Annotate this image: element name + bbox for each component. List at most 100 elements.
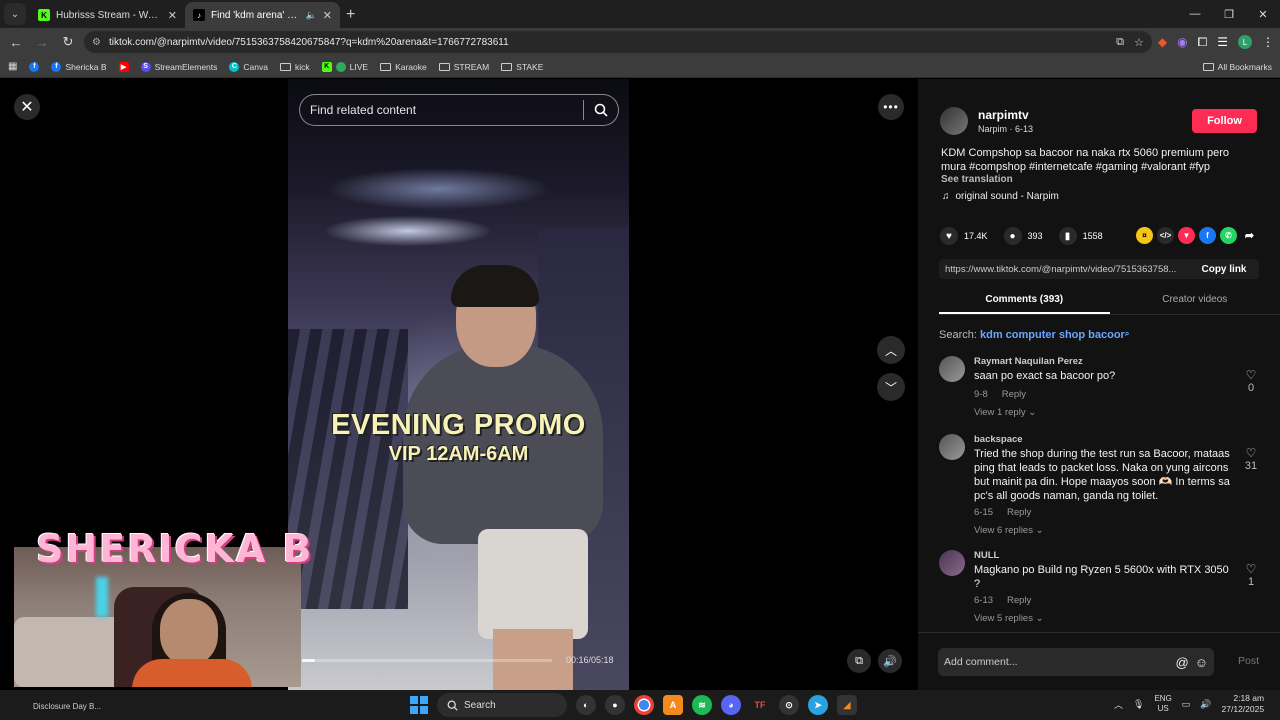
heart-icon[interactable]: ♥ <box>940 227 958 245</box>
bookmark-icon[interactable]: ▮ <box>1058 227 1077 245</box>
bookmark-stream[interactable]: STREAM <box>438 62 489 72</box>
app-a-icon[interactable]: A <box>663 695 683 715</box>
copy-link-button[interactable]: Copy link <box>1189 264 1259 275</box>
extension-icon[interactable]: ◆ <box>1158 35 1167 49</box>
share-link-url[interactable]: https://www.tiktok.com/@narpimtv/video/7… <box>945 264 1189 275</box>
comment-icon[interactable]: ● <box>1003 227 1022 245</box>
windows-start-icon[interactable] <box>410 696 428 714</box>
speaker-icon[interactable]: 🔈 <box>306 10 317 21</box>
sound-link[interactable]: ♫ original sound - Narpim <box>942 191 1059 202</box>
tab-hubrisss[interactable]: K Hubrisss Stream - Watch Live o ✕ <box>30 2 185 28</box>
bookmark-stake[interactable]: STAKE <box>501 62 543 72</box>
chrome-icon[interactable] <box>634 695 654 715</box>
bookmark-shericka[interactable]: f Shericka B <box>51 61 107 72</box>
language-indicator[interactable]: ENG US <box>1154 694 1171 714</box>
tab-comments[interactable]: Comments (393) <box>939 291 1110 314</box>
miniplayer-button[interactable]: ⧉ <box>847 649 871 673</box>
heart-outline-icon[interactable]: ♡ <box>1242 446 1260 460</box>
reply-button[interactable]: Reply <box>1002 389 1026 400</box>
maximize-button[interactable]: ❐ <box>1212 0 1246 28</box>
comment-like[interactable]: ♡ 31 <box>1242 446 1260 472</box>
all-bookmarks[interactable]: All Bookmarks <box>1202 62 1272 72</box>
author-handle[interactable]: narpimtv <box>978 108 1033 122</box>
see-translation-link[interactable]: See translation <box>941 174 1013 185</box>
address-bar[interactable]: ⚙ tiktok.com/@narpimtv/video/75153637584… <box>84 31 1152 53</box>
tray-chevron-icon[interactable]: ︿ <box>1114 698 1123 711</box>
bookmark-youtube[interactable]: ▶ <box>118 61 129 72</box>
coin-icon[interactable]: ¤ <box>1136 227 1153 244</box>
site-info-icon[interactable]: ⚙ <box>92 37 101 48</box>
commenter-avatar[interactable] <box>939 550 965 576</box>
install-app-icon[interactable]: ⧉ <box>1116 36 1124 49</box>
close-window-button[interactable]: ✕ <box>1246 0 1280 28</box>
search-query[interactable]: kdm computer shop bacoor <box>980 329 1125 341</box>
obs-record-icon[interactable]: ● <box>605 695 625 715</box>
commenter-name[interactable]: backspace <box>974 434 1023 445</box>
discord-icon[interactable]: ◕ <box>721 695 741 715</box>
taskbar-search[interactable]: Search <box>437 693 567 717</box>
search-icon[interactable] <box>584 103 618 117</box>
comment-input[interactable]: Add comment... @ ☺ <box>938 648 1214 676</box>
extension-icon[interactable]: ◉ <box>1177 35 1187 49</box>
tab-search-button[interactable]: ⌄ <box>4 3 26 25</box>
taskbar-widget-text[interactable]: Disclosure Day B... <box>33 702 101 711</box>
comment-search-suggestion[interactable]: Search: kdm computer shop bacoor⌕ <box>939 329 1129 341</box>
forward-button[interactable]: → <box>32 32 52 52</box>
close-tab-icon[interactable]: ✕ <box>168 9 177 22</box>
tab-creator-videos[interactable]: Creator videos <box>1110 291 1280 314</box>
author-avatar[interactable] <box>940 107 968 135</box>
more-options-button[interactable]: ••• <box>878 94 904 120</box>
author-info[interactable]: narpimtv Narpim · 6-13 <box>940 107 1033 135</box>
apps-grid-icon[interactable]: ▦ <box>8 61 17 72</box>
mention-icon[interactable]: @ <box>1176 655 1189 670</box>
obs-icon[interactable]: ◐ <box>576 695 596 715</box>
bookmark-karaoke[interactable]: Karaoke <box>380 62 427 72</box>
close-tab-icon[interactable]: ✕ <box>323 9 332 22</box>
follow-button[interactable]: Follow <box>1192 109 1257 133</box>
clock[interactable]: 2:18 am 27/12/2025 <box>1222 693 1265 715</box>
commenter-avatar[interactable] <box>939 356 965 382</box>
view-replies-link[interactable]: View 1 reply ⌄ <box>974 407 1036 418</box>
send-icon[interactable]: ▼ <box>1178 227 1195 244</box>
new-tab-button[interactable]: + <box>346 6 355 24</box>
commenter-name[interactable]: NULL <box>974 550 999 561</box>
view-replies-link[interactable]: View 5 replies ⌄ <box>974 613 1044 624</box>
tab-tiktok[interactable]: ♪ Find 'kdm arena' on TikTok 🔈 ✕ <box>185 2 340 28</box>
bookmark-kick[interactable]: kick <box>279 62 310 72</box>
profile-avatar[interactable]: L <box>1238 35 1252 49</box>
share-arrow-icon[interactable]: ➦ <box>1241 227 1258 244</box>
puzzle-icon[interactable]: ⧠ <box>1198 35 1208 50</box>
heart-outline-icon[interactable]: ♡ <box>1242 562 1260 576</box>
view-replies-link[interactable]: View 6 replies ⌄ <box>974 525 1044 536</box>
bookmark-canva[interactable]: C Canva <box>229 61 268 72</box>
back-button[interactable]: ← <box>6 32 26 52</box>
telegram-icon[interactable]: ➤ <box>808 695 828 715</box>
video-progress-bar[interactable] <box>302 659 552 662</box>
close-video-button[interactable]: ✕ <box>14 94 40 120</box>
app-controller-icon[interactable]: ⊙ <box>779 695 799 715</box>
commenter-name[interactable]: Raymart Naquilan Perez <box>974 356 1083 367</box>
network-icon[interactable]: ▭ <box>1182 699 1191 710</box>
reading-list-icon[interactable]: ☰ <box>1217 35 1228 49</box>
app-stream-icon[interactable]: ◢ <box>837 695 857 715</box>
minimize-button[interactable]: — <box>1178 0 1212 28</box>
reply-button[interactable]: Reply <box>1007 595 1031 606</box>
reload-button[interactable]: ↻ <box>58 32 78 52</box>
video-player[interactable]: Find related content EVENING PROMO VIP 1… <box>288 79 629 690</box>
microphone-icon[interactable]: 🎙 <box>1133 699 1144 710</box>
comment-like[interactable]: ♡ 1 <box>1242 562 1260 588</box>
whatsapp-icon[interactable]: ✆ <box>1220 227 1237 244</box>
related-search-input[interactable]: Find related content <box>299 94 619 126</box>
volume-icon[interactable]: 🔊 <box>1200 699 1211 710</box>
volume-button[interactable]: 🔊 <box>878 649 902 673</box>
spotify-icon[interactable]: ≋ <box>692 695 712 715</box>
post-comment-button[interactable]: Post <box>1238 655 1259 667</box>
next-video-button[interactable]: ﹀ <box>877 373 905 401</box>
comment-like[interactable]: ♡ 0 <box>1242 368 1260 394</box>
app-tf-icon[interactable]: TF <box>750 695 770 715</box>
emoji-icon[interactable]: ☺ <box>1195 655 1208 670</box>
commenter-avatar[interactable] <box>939 434 965 460</box>
bookmark-live[interactable]: K LIVE <box>321 61 368 72</box>
bookmark-streamelements[interactable]: S StreamElements <box>140 61 217 72</box>
reply-button[interactable]: Reply <box>1007 507 1031 518</box>
